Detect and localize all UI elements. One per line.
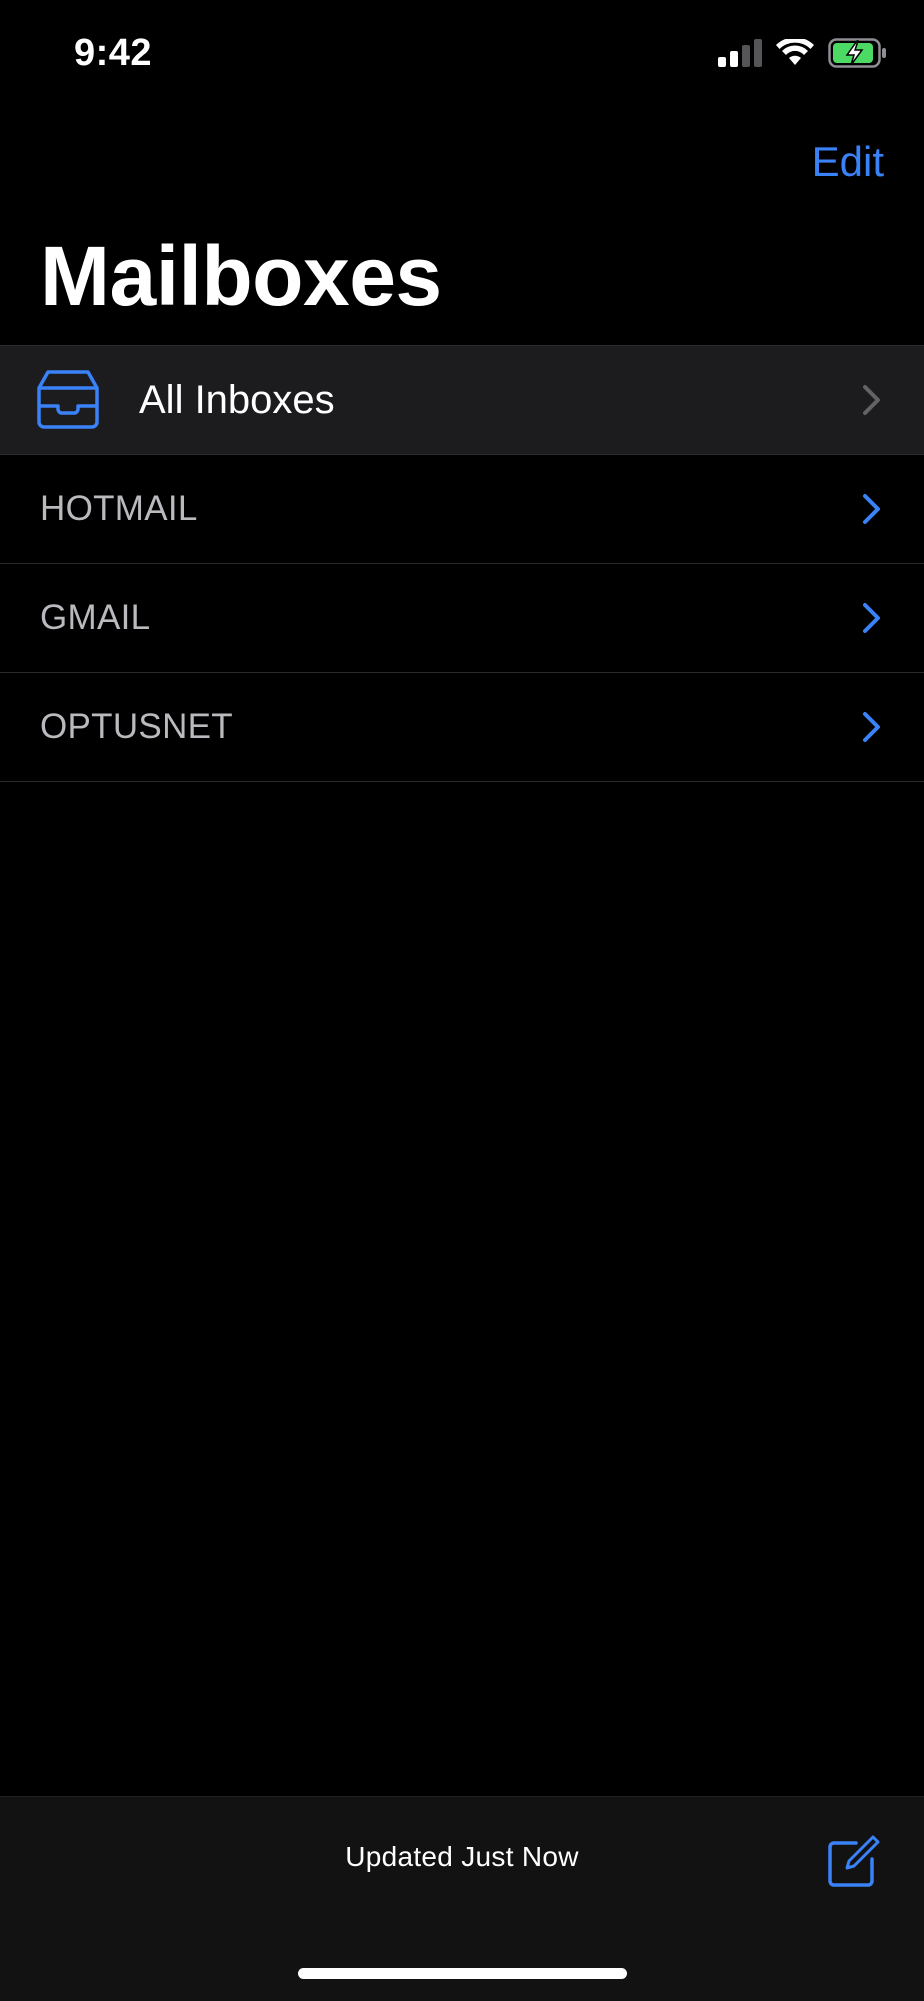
mailbox-list: All Inboxes HOTMAIL GMAIL OPTUSNET	[0, 345, 924, 782]
status-bar: 9:42	[0, 0, 924, 110]
account-label: HOTMAIL	[40, 489, 198, 528]
wifi-icon	[776, 39, 814, 67]
account-row-optusnet[interactable]: OPTUSNET	[0, 672, 924, 782]
account-row-hotmail[interactable]: HOTMAIL	[0, 454, 924, 563]
account-row-gmail[interactable]: GMAIL	[0, 563, 924, 672]
update-status-text: Updated Just Now	[345, 1841, 579, 1872]
all-inboxes-label: All Inboxes	[139, 377, 335, 422]
edit-button[interactable]: Edit	[812, 138, 884, 186]
cellular-signal-icon	[718, 39, 762, 67]
all-inboxes-row[interactable]: All Inboxes	[0, 345, 924, 454]
compose-icon	[826, 1835, 882, 1893]
battery-charging-icon	[828, 38, 888, 68]
compose-button[interactable]	[826, 1835, 882, 1894]
chevron-right-icon	[862, 493, 882, 530]
status-time: 9:42	[74, 32, 153, 74]
home-indicator	[298, 1968, 627, 1979]
status-icons	[718, 38, 888, 68]
account-label: OPTUSNET	[40, 707, 233, 746]
chevron-right-icon	[862, 602, 882, 639]
chevron-right-icon	[862, 711, 882, 748]
tray-icon	[36, 368, 100, 435]
page-title: Mailboxes	[40, 229, 442, 323]
account-label: GMAIL	[40, 598, 151, 637]
chevron-right-icon	[862, 384, 882, 421]
